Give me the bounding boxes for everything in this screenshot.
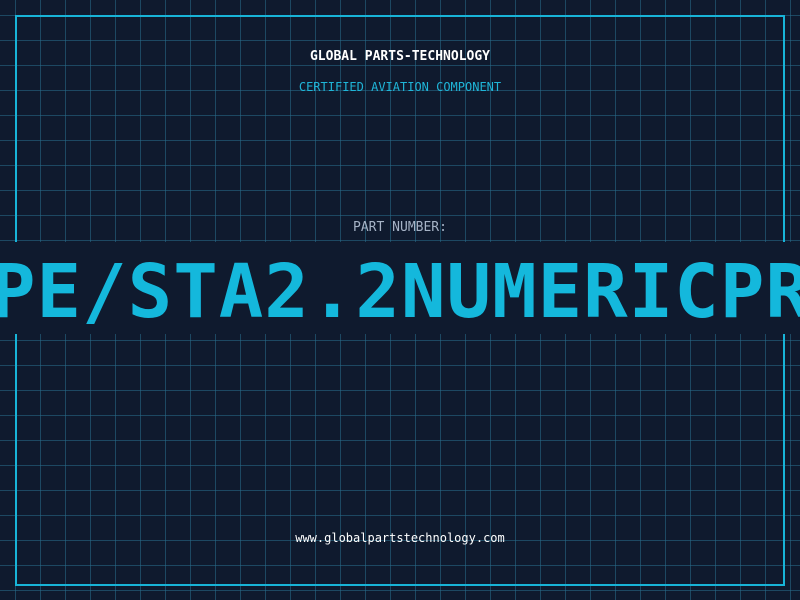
part-number-band: PE/STA2.2NUMERICPR (0, 242, 800, 334)
brand-subtitle: CERTIFIED AVIATION COMPONENT (298, 80, 502, 94)
certificate-screen: GLOBAL PARTS-TECHNOLOGY CERTIFIED AVIATI… (0, 0, 800, 600)
part-number-label: PART NUMBER: (353, 220, 447, 235)
part-number-value: PE/STA2.2NUMERICPR (0, 249, 800, 334)
website-link[interactable]: www.globalpartstechnology.com (0, 531, 800, 545)
brand-title: GLOBAL PARTS-TECHNOLOGY (309, 49, 490, 64)
